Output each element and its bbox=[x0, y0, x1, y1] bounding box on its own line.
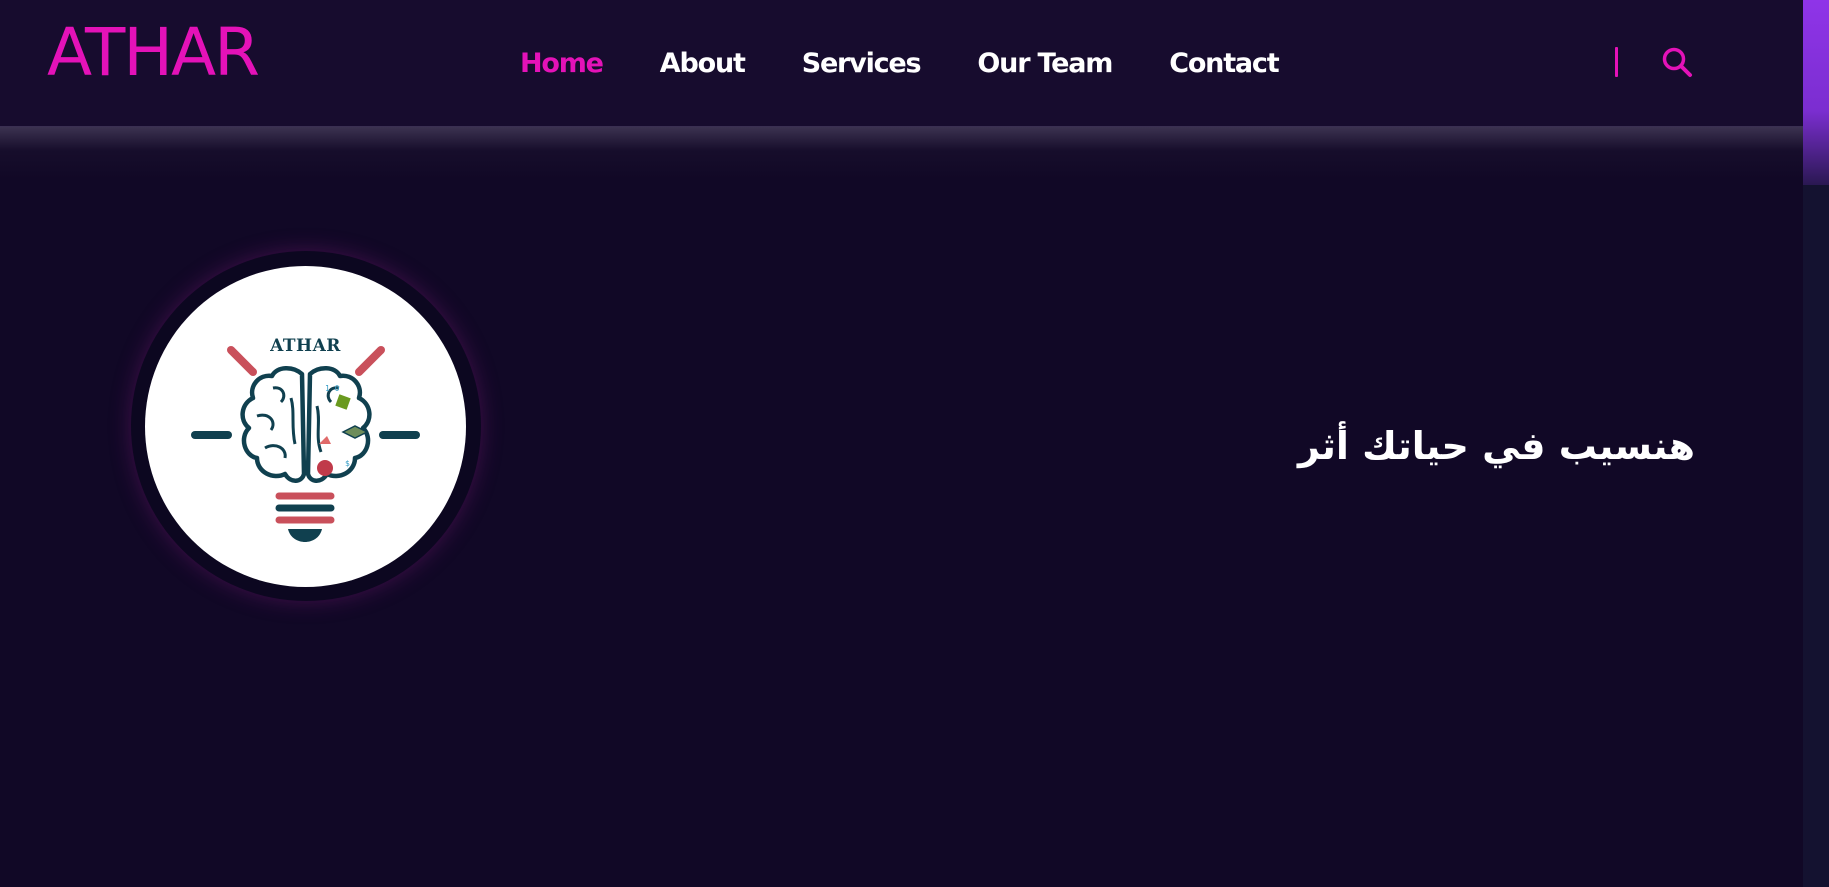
main-nav: Home About Services Our Team Contact bbox=[520, 0, 1280, 127]
page: ATHAR Home About Services Our Team Conta… bbox=[0, 0, 1829, 887]
brain-lightbulb-icon: 1 0 $ bbox=[191, 346, 420, 542]
header-divider bbox=[1615, 47, 1618, 77]
nav-item-contact[interactable]: Contact bbox=[1169, 48, 1279, 79]
site-header: ATHAR Home About Services Our Team Conta… bbox=[0, 0, 1803, 127]
scrollbar-thumb[interactable] bbox=[1803, 0, 1829, 185]
nav-item-our-team[interactable]: Our Team bbox=[977, 48, 1113, 79]
svg-text:$: $ bbox=[345, 459, 350, 468]
header-shadow bbox=[0, 127, 1803, 179]
hero-tagline: هنسيب في حياتك أثر bbox=[1297, 424, 1695, 468]
search-icon bbox=[1662, 47, 1692, 77]
search-button[interactable] bbox=[1660, 45, 1694, 79]
nav-item-services[interactable]: Services bbox=[802, 48, 922, 79]
brand-logo[interactable]: ATHAR bbox=[47, 16, 260, 90]
nav-item-home[interactable]: Home bbox=[520, 48, 604, 79]
nav-item-about[interactable]: About bbox=[660, 48, 746, 79]
svg-text:1 0: 1 0 bbox=[325, 384, 340, 393]
hero-logo: ATHAR 1 0 $ bbox=[145, 266, 466, 587]
